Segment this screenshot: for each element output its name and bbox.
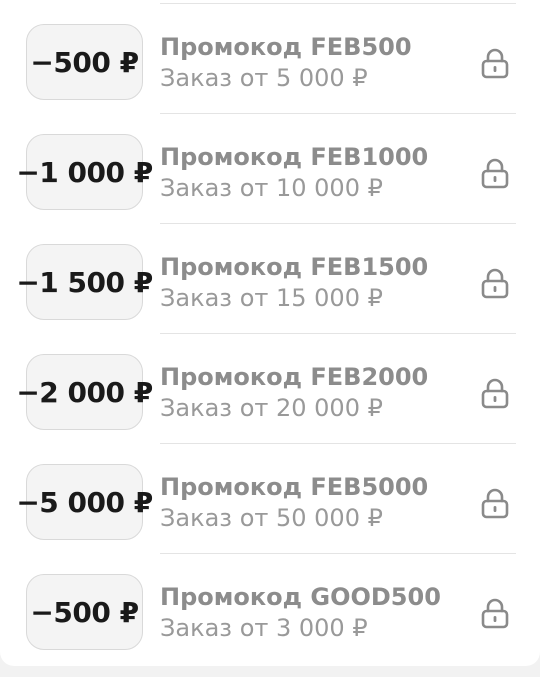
promocode-condition: Заказ от 20 000 ₽ — [160, 394, 383, 422]
promocode-item-feb2000[interactable]: −2 000 ₽ Промокод FEB2000 Заказ от 20 00… — [0, 334, 540, 444]
promocode-condition: Заказ от 3 000 ₽ — [160, 614, 368, 642]
promocode-title: Промокод FEB1500 — [160, 253, 429, 281]
promocode-item-feb500[interactable]: −500 ₽ Промокод FEB500 Заказ от 5 000 ₽ — [0, 4, 540, 114]
promocode-title: Промокод FEB500 — [160, 33, 412, 61]
discount-badge: −5 000 ₽ — [16, 464, 153, 540]
promocode-item-feb1000[interactable]: −1 000 ₽ Промокод FEB1000 Заказ от 10 00… — [0, 114, 540, 224]
promocode-title: Промокод FEB2000 — [160, 363, 429, 391]
promocode-title: Промокод GOOD500 — [160, 583, 441, 611]
promocode-condition: Заказ от 5 000 ₽ — [160, 64, 368, 92]
promocode-title: Промокод FEB5000 — [160, 473, 429, 501]
lock-icon — [481, 378, 509, 409]
discount-value: −1 000 ₽ — [16, 155, 153, 189]
discount-value: −500 ₽ — [30, 45, 139, 79]
discount-badge: −500 ₽ — [26, 574, 143, 650]
promocode-item-feb5000[interactable]: −5 000 ₽ Промокод FEB5000 Заказ от 50 00… — [0, 444, 540, 554]
promocode-condition: Заказ от 10 000 ₽ — [160, 174, 383, 202]
discount-value: −500 ₽ — [30, 595, 139, 629]
discount-badge: −1 500 ₽ — [16, 244, 153, 320]
promocode-list: −500 ₽ Промокод FEB500 Заказ от 5 000 ₽ … — [0, 0, 540, 666]
promocode-item-feb1500[interactable]: −1 500 ₽ Промокод FEB1500 Заказ от 15 00… — [0, 224, 540, 334]
lock-icon — [481, 158, 509, 189]
discount-value: −5 000 ₽ — [16, 485, 153, 519]
discount-badge: −2 000 ₽ — [16, 354, 153, 430]
lock-icon — [481, 598, 509, 629]
discount-value: −1 500 ₽ — [16, 265, 153, 299]
promocode-item-good500[interactable]: −500 ₽ Промокод GOOD500 Заказ от 3 000 ₽ — [0, 554, 540, 664]
lock-icon — [481, 488, 509, 519]
discount-badge: −1 000 ₽ — [16, 134, 153, 210]
lock-icon — [481, 48, 509, 79]
promocode-condition: Заказ от 50 000 ₽ — [160, 504, 383, 532]
discount-value: −2 000 ₽ — [16, 375, 153, 409]
promocode-condition: Заказ от 15 000 ₽ — [160, 284, 383, 312]
discount-badge: −500 ₽ — [26, 24, 143, 100]
lock-icon — [481, 268, 509, 299]
promocode-title: Промокод FEB1000 — [160, 143, 429, 171]
